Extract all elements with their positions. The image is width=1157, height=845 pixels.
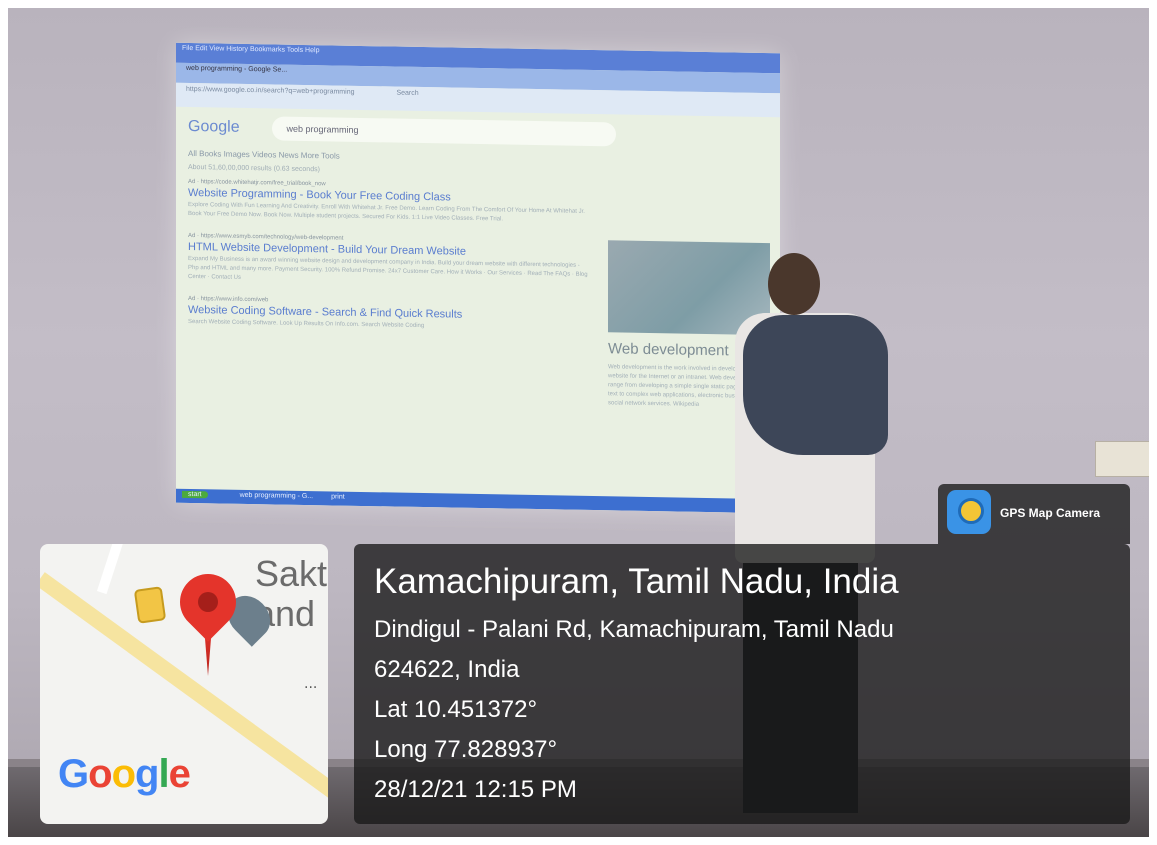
google-logo-letter: e (168, 752, 191, 796)
url-text: https://www.google.co.in/search?q=web+pr… (186, 85, 355, 96)
address-line: 624622, India (374, 656, 520, 683)
gps-app-badge: GPS Map Camera (938, 484, 1130, 544)
google-logo-letter: o (111, 752, 136, 796)
location-title: Kamachipuram, Tamil Nadu, India (374, 562, 899, 601)
windows-taskbar: start web programming - G... print (176, 488, 780, 514)
google-logo-letter: g (135, 752, 159, 796)
latitude: Lat 10.451372° (374, 696, 538, 723)
google-logo-letter: l (158, 752, 169, 796)
taskbar-item: web programming - G... (239, 491, 314, 501)
projected-browser-screen: File Edit View History Bookmarks Tools H… (176, 42, 780, 514)
map-road (96, 544, 126, 595)
google-logo-letter: o (88, 752, 112, 796)
longitude: Long 77.828937° (374, 736, 558, 763)
ad-result: Ad · https://www.esmyb.com/technology/we… (188, 233, 588, 289)
gps-map-camera-icon (947, 490, 991, 534)
more-dots: ··· (304, 680, 318, 696)
taskbar-item: print (331, 493, 345, 501)
gps-app-name: GPS Map Camera (1000, 506, 1101, 520)
person-dupatta (743, 315, 888, 455)
person-head (768, 253, 820, 315)
google-logo-projected: Google (188, 118, 240, 137)
road-shield-icon (133, 586, 167, 624)
wall-switchboard (1095, 441, 1149, 477)
search-query: web programming (272, 116, 617, 147)
map-thumbnail: Sakt and ··· Google (40, 544, 328, 824)
location-pin-dot (198, 592, 218, 612)
location-info-panel: Kamachipuram, Tamil Nadu, India Dindigul… (354, 544, 1130, 824)
timestamp: 28/12/21 12:15 PM (374, 776, 577, 803)
map-place-line: Sakt (255, 553, 328, 594)
google-logo-letter: G (58, 752, 89, 796)
address-line: Dindigul - Palani Rd, Kamachipuram, Tami… (374, 616, 894, 643)
ad-snippet: Expand My Business is an award winning w… (188, 255, 588, 281)
browser-search-box: Search (396, 89, 419, 97)
ad-result: Ad · https://www.info.com/web Website Co… (188, 296, 588, 334)
google-logo: Google (58, 752, 191, 797)
start-button: start (182, 490, 208, 499)
ad-result: Ad · https://code.whitehatjr.com/free_tr… (188, 179, 588, 226)
